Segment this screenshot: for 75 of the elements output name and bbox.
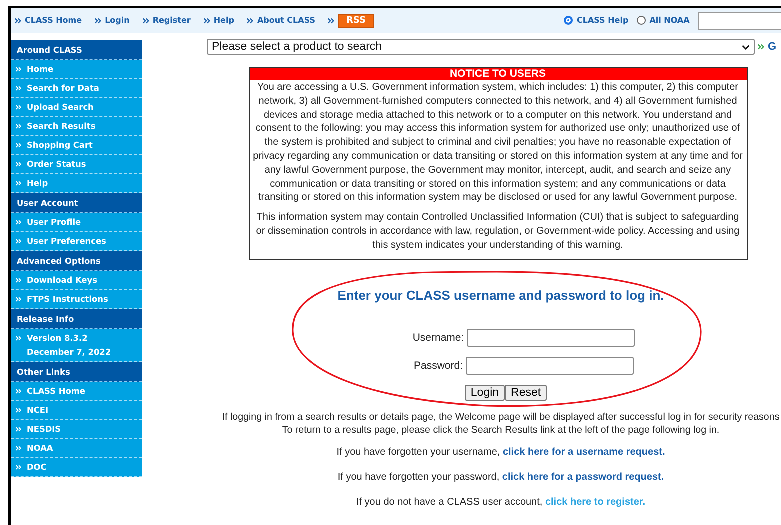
double-chevron-icon: [328, 18, 336, 24]
text-field[interactable]: [466, 356, 634, 375]
double-chevron-icon: [758, 44, 765, 50]
sidebar-item[interactable]: NCEI: [11, 401, 142, 420]
scope-radio[interactable]: CLASS Help: [564, 16, 629, 25]
sidebar-heading: Other Links: [11, 362, 142, 382]
double-chevron-icon: [16, 105, 22, 110]
double-chevron-icon: [95, 18, 102, 24]
login-heading: Enter your CLASS username and password to log in.: [338, 288, 664, 303]
sidebar-item[interactable]: Order Status: [11, 155, 142, 174]
sidebar-heading: Around CLASS: [11, 40, 142, 60]
notice-text: This information system may contain Controlled Unclassified Information (CUI) that is subject to safeguarding or dissemination controls in accordance with law, regulation, or Government-wide policy. Accessing and using this system indicates your understanding of this warning.: [255, 211, 741, 253]
help-link[interactable]: click here for a password request.: [502, 472, 664, 483]
product-select[interactable]: Please select a product to search: [207, 39, 755, 55]
caret-icon: [742, 44, 750, 50]
notice-title: NOTICE TO USERS: [250, 68, 746, 80]
nav-link[interactable]: Register: [142, 16, 191, 25]
sidebar-item[interactable]: NOAA: [11, 439, 142, 458]
sidebar-heading: Release Info: [11, 309, 142, 329]
help-text: If you do not have a CLASS user account, click here to register.: [356, 496, 646, 508]
help-text: If you have forgotten your username, click here for a username request.: [336, 446, 666, 458]
info-text: If logging in from a search results or details page, the Welcome page will be displayed after successful log in for security reasons: [222, 410, 780, 424]
double-chevron-icon: [15, 18, 22, 24]
double-chevron-icon: [16, 408, 22, 413]
help-link[interactable]: click here to register.: [545, 496, 646, 508]
sidebar-item[interactable]: Download Keys: [11, 271, 142, 290]
info-text: To return to a results page, please click the Search Results link at the left of the page following log in.: [282, 424, 720, 437]
double-chevron-icon: [204, 18, 211, 24]
double-chevron-icon: [16, 67, 22, 72]
double-chevron-icon: [16, 143, 22, 148]
double-chevron-icon: [16, 162, 22, 167]
nav-link[interactable]: CLASS Home: [15, 16, 82, 25]
double-chevron-icon: [247, 18, 254, 24]
sidebar-item[interactable]: Help: [11, 174, 142, 193]
help-text: If you have forgotten your password, click here for a password request.: [338, 472, 664, 483]
field-label: Password:: [414, 360, 464, 372]
form-button[interactable]: Reset: [505, 384, 548, 401]
notice-text: You are accessing a U.S. Government information system, which includes: 1) this computer, 2) this computer network, 3) all Government-furnished computers connected to this network, and 4) all Government furnished devices and storage media attached to this network or to a computer on this network. You understand and consent to the following: you may access this information system for authorized use only; unauthorized use of the system is prohibited and subject to criminal and civil penalties; you have no reasonable expectation of privacy regarding any communication or data transiting or stored on this information system at any time and for any lawful Government purpose, the Government may monitor, intercept, audit, and search and seize any communication or data transiting or stored on this information system; and any communications or data transiting or stored on this information system may be disclosed or used for any lawful Government purpose.: [252, 81, 744, 206]
help-link[interactable]: click here for a username request.: [502, 446, 666, 458]
sidebar-heading: User Account: [11, 193, 142, 213]
field-label: Username:: [412, 332, 464, 344]
double-chevron-icon: [16, 86, 22, 91]
double-chevron-icon: [16, 278, 22, 283]
sidebar-item[interactable]: DOC: [11, 458, 142, 477]
double-chevron-icon: [142, 18, 150, 24]
sidebar-item[interactable]: User Profile: [11, 213, 142, 232]
double-chevron-icon: [16, 124, 22, 129]
sidebar-item[interactable]: Shopping Cart: [11, 136, 142, 155]
scope-radio[interactable]: All NOAA: [636, 16, 690, 25]
sidebar-item[interactable]: FTPS Instructions: [11, 290, 142, 309]
nav-link[interactable]: About CLASS: [247, 16, 316, 25]
rss-link[interactable]: RSS: [338, 14, 374, 28]
double-chevron-icon: [16, 336, 22, 341]
double-chevron-icon: [16, 465, 22, 470]
sidebar-item[interactable]: CLASS Home: [11, 382, 142, 401]
text-field[interactable]: [467, 328, 636, 347]
nav-link[interactable]: Login: [95, 16, 130, 25]
form-button[interactable]: Login: [464, 384, 506, 401]
sidebar-item[interactable]: Home: [11, 60, 142, 79]
double-chevron-icon: [16, 297, 22, 302]
sidebar-item[interactable]: Search Results: [11, 117, 142, 136]
sidebar-item[interactable]: NESDIS: [11, 420, 142, 439]
double-chevron-icon: [16, 220, 22, 225]
sidebar-item[interactable]: Search for Data: [11, 79, 142, 98]
double-chevron-icon: [16, 181, 22, 186]
double-chevron-icon: [16, 427, 22, 432]
double-chevron-icon: [16, 446, 22, 451]
double-chevron-icon: [16, 389, 22, 394]
nav-link[interactable]: Help: [204, 16, 234, 25]
sidebar-item[interactable]: Version 8.3.2 December 7, 2022: [11, 329, 142, 362]
sidebar-item[interactable]: Upload Search: [11, 98, 142, 117]
double-chevron-icon: [16, 239, 22, 244]
go-link[interactable]: G: [758, 41, 777, 53]
sidebar-heading: Advanced Options: [11, 251, 142, 271]
sidebar-item[interactable]: User Preferences: [11, 232, 142, 251]
